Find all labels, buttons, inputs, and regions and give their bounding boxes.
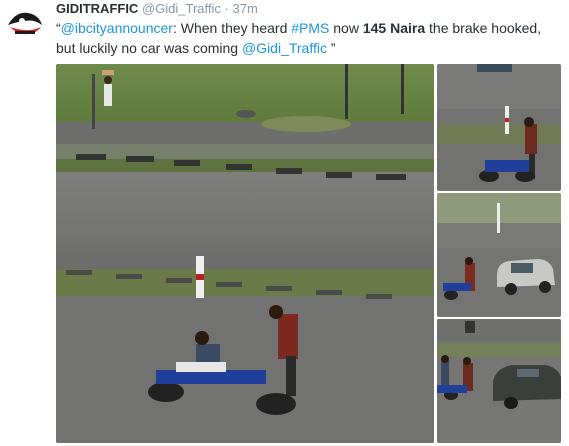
author-name[interactable]: GIDITRAFFIC [56,1,138,16]
avatar[interactable] [6,5,44,43]
tweet-photo-3[interactable] [437,193,561,317]
author-handle[interactable]: @Gidi_Traffic [142,1,221,16]
tweet-photo-2[interactable] [437,64,561,191]
tweet-photo-4[interactable] [437,319,561,443]
tweet-timestamp[interactable]: 37m [233,1,258,16]
photo-4-scene [437,319,561,443]
hashtag-pms[interactable]: #PMS [291,20,329,36]
tweet-text-part: : When they heard [172,20,292,36]
separator: · [224,1,229,16]
tweet-text-part: now [329,20,363,36]
photo-3-scene [437,193,561,317]
mention-gidi-traffic[interactable]: @Gidi_Traffic [242,40,327,56]
tweet-photo-main[interactable] [56,64,434,443]
price-text: 145 Naira [362,20,426,36]
tweet-header: GIDITRAFFIC @Gidi_Traffic · 37m [56,1,258,16]
photo-2-scene [437,64,561,191]
mention-ibcityannouncer[interactable]: @ibcityannouncer [61,20,173,36]
giditraffic-logo-icon [7,6,43,42]
close-quote: ” [326,40,336,56]
photo-main-scene [56,64,434,443]
tweet-text: “@ibcityannouncer: When they heard #PMS … [56,18,561,58]
